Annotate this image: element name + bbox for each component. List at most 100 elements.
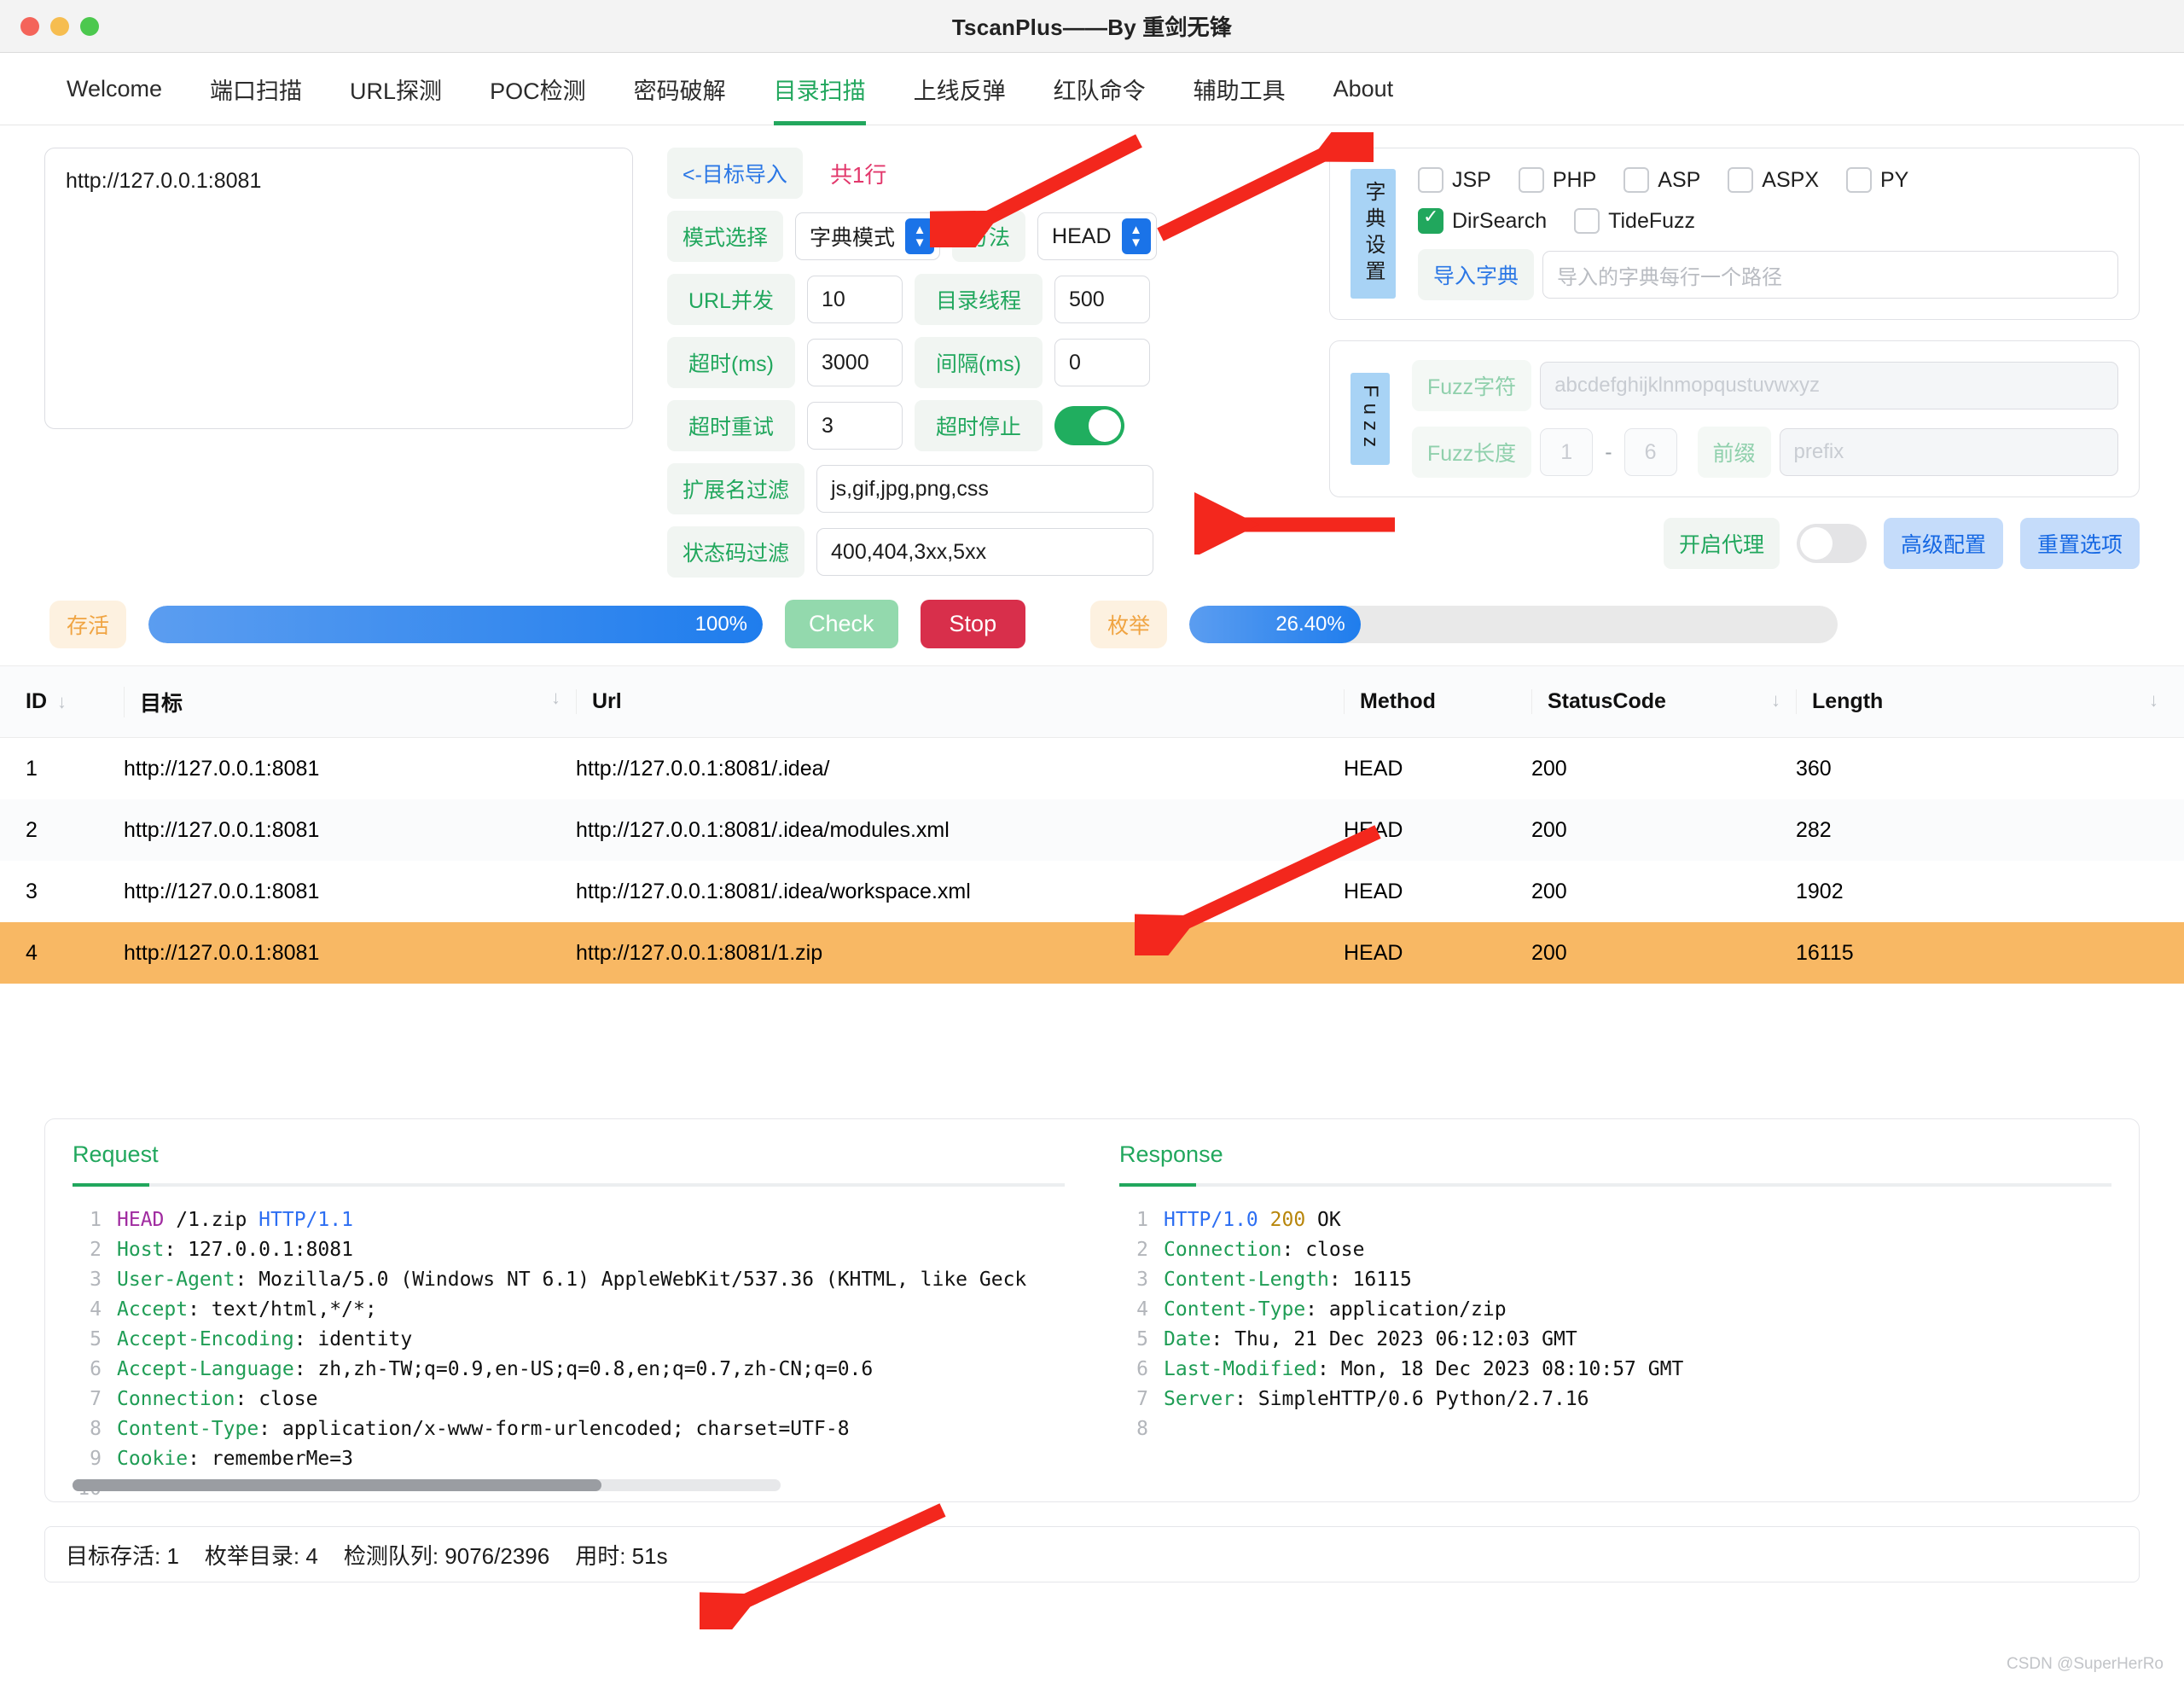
tab-reverse-shell[interactable]: 上线反弹 <box>890 53 1030 125</box>
checkbox-dirsearch[interactable] <box>1418 208 1443 234</box>
cell-status: 200 <box>1531 757 1796 781</box>
fuzz-length-max-input[interactable]: 6 <box>1624 428 1677 476</box>
cell-url: http://127.0.0.1:8081/.idea/ <box>576 757 1344 781</box>
http-method: HEAD <box>117 1209 164 1231</box>
table-row[interactable]: 2 http://127.0.0.1:8081 http://127.0.0.1… <box>0 799 2184 861</box>
code-line: 1HEAD /1.zip HTTP/1.1 <box>73 1205 1065 1235</box>
fuzz-chars-input[interactable]: abcdefghijklnmopqustuvwxyz <box>1540 362 2118 409</box>
http-version: HTTP/1.1 <box>258 1209 353 1231</box>
status-filter-input[interactable]: 400,404,3xx,5xx <box>816 528 1153 576</box>
status-code: 200 <box>1258 1209 1305 1231</box>
import-row: <-目标导入 共1行 <box>667 148 1157 199</box>
import-dictionary-button[interactable]: 导入字典 <box>1418 249 1534 300</box>
interval-label: 间隔(ms) <box>915 337 1043 388</box>
response-code[interactable]: 1HTTP/1.0 200 OK 2Connection: close 3Con… <box>1119 1205 2111 1444</box>
line-number: 6 <box>73 1355 102 1385</box>
dir-threads-input[interactable]: 500 <box>1054 276 1150 323</box>
mode-label: 模式选择 <box>667 211 783 262</box>
request-horizontal-scrollbar[interactable] <box>73 1479 781 1491</box>
column-header-length[interactable]: Length ↓ <box>1796 689 2184 714</box>
column-header-url[interactable]: Url <box>576 689 1344 714</box>
tab-aux-tools[interactable]: 辅助工具 <box>1170 53 1310 125</box>
chevron-updown-icon[interactable]: ▲▼ <box>905 218 934 254</box>
proxy-toggle[interactable] <box>1797 524 1867 563</box>
import-target-button[interactable]: <-目标导入 <box>667 148 803 199</box>
tab-password-crack[interactable]: 密码破解 <box>610 53 750 125</box>
main-tab-bar[interactable]: Welcome 端口扫描 URL探测 POC检测 密码破解 目录扫描 上线反弹 … <box>0 53 2184 125</box>
advanced-config-button[interactable]: 高级配置 <box>1884 518 2003 569</box>
fuzz-length-min-input[interactable]: 1 <box>1540 428 1593 476</box>
tab-url-probe[interactable]: URL探测 <box>326 53 466 125</box>
sort-arrow-icon[interactable]: ↓ <box>551 687 561 709</box>
dictionary-settings-panel: 字典设置 JSP PHP ASP ASPX PY <box>1329 148 2140 320</box>
header-key: Content-Type <box>117 1418 258 1440</box>
ext-filter-row: 扩展名过滤 js,gif,jpg,png,css <box>667 463 1157 514</box>
cell-status: 200 <box>1531 880 1796 904</box>
cell-method: HEAD <box>1344 818 1531 843</box>
checkbox-tidefuzz[interactable] <box>1574 208 1600 234</box>
stop-button[interactable]: Stop <box>921 600 1026 648</box>
column-label-url: Url <box>592 689 622 713</box>
timeout-stop-toggle[interactable] <box>1054 406 1124 445</box>
cell-target: http://127.0.0.1:8081 <box>124 757 576 781</box>
table-row[interactable]: 3 http://127.0.0.1:8081 http://127.0.0.1… <box>0 861 2184 922</box>
tab-about[interactable]: About <box>1310 53 1418 125</box>
checkbox-jsp-label: JSP <box>1452 168 1491 193</box>
concurrency-row: URL并发 10 目录线程 500 <box>667 274 1157 325</box>
url-concurrency-label: URL并发 <box>667 274 795 325</box>
tab-port-scan[interactable]: 端口扫描 <box>186 53 326 125</box>
sort-arrow-icon[interactable]: ↓ <box>57 691 67 713</box>
tab-redteam-cmd[interactable]: 红队命令 <box>1030 53 1170 125</box>
interval-input[interactable]: 0 <box>1054 339 1150 386</box>
prefix-input[interactable]: prefix <box>1780 428 2118 476</box>
request-code[interactable]: 1HEAD /1.zip HTTP/1.1 2Host: 127.0.0.1:8… <box>73 1205 1065 1501</box>
checkbox-asp[interactable] <box>1623 167 1649 193</box>
code-line: 8Content-Type: application/x-www-form-ur… <box>73 1414 1065 1444</box>
tab-poc-check[interactable]: POC检测 <box>466 53 610 125</box>
line-number: 6 <box>1119 1355 1148 1385</box>
mode-select[interactable]: 字典模式 ▲▼ <box>795 212 940 260</box>
cell-method: HEAD <box>1344 941 1531 966</box>
checkbox-py-label: PY <box>1880 168 1908 193</box>
mode-select-value: 字典模式 <box>810 221 895 252</box>
table-empty-space <box>0 984 2184 1095</box>
checkbox-py[interactable] <box>1846 167 1872 193</box>
enum-tag: 枚举 <box>1090 601 1167 648</box>
url-concurrency-input[interactable]: 10 <box>807 276 903 323</box>
header-value: 127.0.0.1:8081 <box>176 1239 353 1261</box>
scrollbar-thumb[interactable] <box>73 1479 601 1491</box>
timeout-input[interactable]: 3000 <box>807 339 903 386</box>
check-button[interactable]: Check <box>785 600 898 648</box>
cell-length: 360 <box>1796 757 2184 781</box>
tab-welcome[interactable]: Welcome <box>43 53 186 125</box>
column-header-method[interactable]: Method <box>1344 689 1531 714</box>
column-label-length: Length <box>1812 689 1883 713</box>
column-header-target[interactable]: 目标↓ <box>124 687 576 717</box>
checkbox-jsp[interactable] <box>1418 167 1443 193</box>
column-header-statuscode[interactable]: StatusCode↓ <box>1531 689 1796 714</box>
reset-options-button[interactable]: 重置选项 <box>2020 518 2140 569</box>
checkbox-php[interactable] <box>1519 167 1544 193</box>
header-value: close <box>247 1388 317 1410</box>
tab-dir-scan[interactable]: 目录扫描 <box>750 53 890 125</box>
status-time: 用时: 51s <box>575 1539 667 1571</box>
table-row[interactable]: 1 http://127.0.0.1:8081 http://127.0.0.1… <box>0 738 2184 799</box>
target-input[interactable]: http://127.0.0.1:8081 <box>44 148 633 429</box>
line-number: 8 <box>1119 1414 1148 1444</box>
table-row-selected[interactable]: 4 http://127.0.0.1:8081 http://127.0.0.1… <box>0 922 2184 984</box>
fuzz-panel-title: Fuzz <box>1350 373 1390 465</box>
retry-input[interactable]: 3 <box>807 402 903 450</box>
window-title: TscanPlus——By 重剑无锋 <box>0 10 2184 42</box>
ext-filter-input[interactable]: js,gif,jpg,png,css <box>816 465 1153 513</box>
method-select[interactable]: HEAD ▲▼ <box>1037 212 1156 260</box>
header-key: Accept-Language <box>117 1358 294 1380</box>
sort-arrow-icon[interactable]: ↓ <box>2149 689 2158 711</box>
dictionary-path-input[interactable]: 导入的字典每行一个路径 <box>1542 251 2118 299</box>
checkbox-aspx[interactable] <box>1728 167 1753 193</box>
http-path: /1.zip <box>164 1209 258 1231</box>
header-value: 16115 <box>1341 1269 1412 1291</box>
column-header-id[interactable]: ID↓ <box>0 689 124 714</box>
request-pane: Request 1HEAD /1.zip HTTP/1.1 2Host: 127… <box>45 1119 1092 1501</box>
sort-arrow-icon[interactable]: ↓ <box>1771 689 1780 711</box>
chevron-updown-icon[interactable]: ▲▼ <box>1122 218 1151 254</box>
